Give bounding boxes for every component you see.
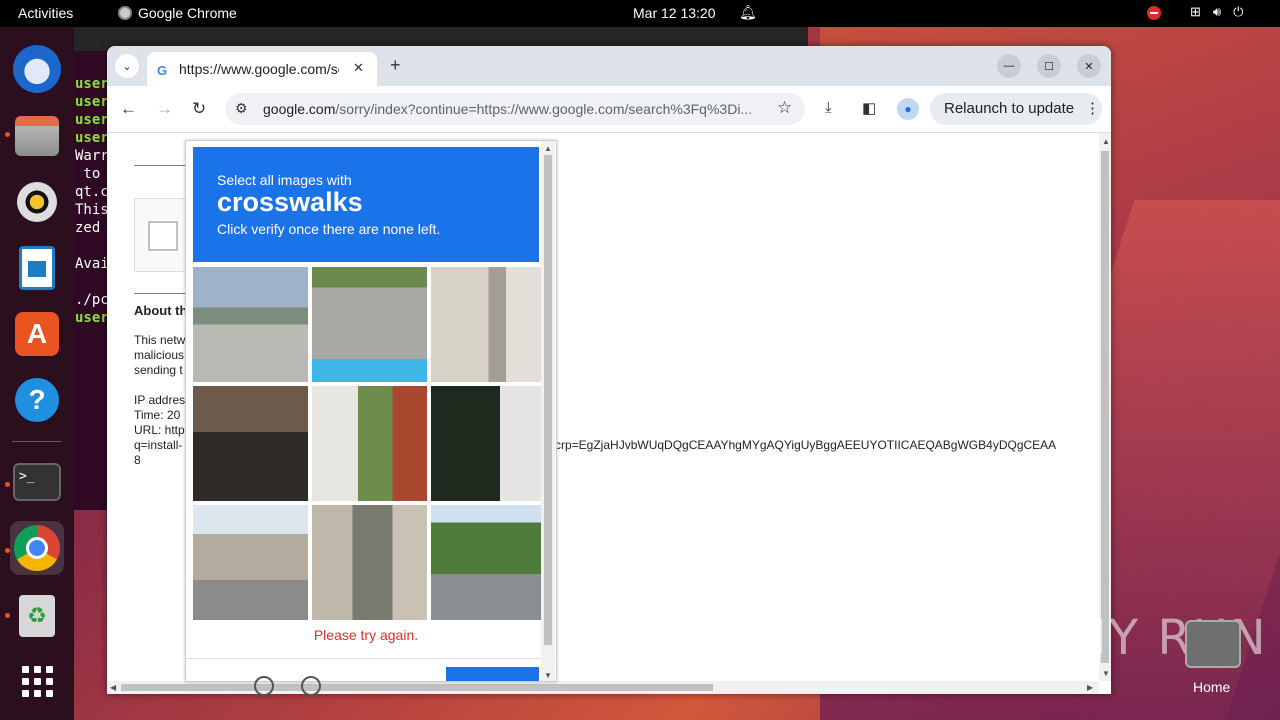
app-menu[interactable]: Google Chrome — [118, 5, 237, 21]
scroll-up-arrow[interactable]: ▲ — [544, 144, 552, 153]
scroll-thumb[interactable] — [544, 155, 552, 645]
about-heading: About th — [134, 303, 188, 318]
captcha-tile[interactable] — [431, 386, 546, 501]
dock-show-apps[interactable] — [10, 654, 64, 708]
trash-icon: ♻ — [19, 595, 55, 637]
dock-separator — [12, 441, 62, 442]
crp-token: crp=EgZjaHJvbWUqDQgCEAAYhgMYgAQYigUyBggA… — [555, 438, 1057, 452]
captcha-tile[interactable] — [193, 505, 308, 620]
omnibox[interactable]: ⚙ google.com/sorry/index?continue=https:… — [225, 93, 805, 125]
scroll-up-arrow[interactable]: ▲ — [1102, 137, 1110, 146]
back-button[interactable]: ← — [120, 99, 137, 119]
tab-title: https://www.google.com/sorry — [179, 61, 339, 77]
chrome-icon — [118, 6, 132, 20]
maximize-button[interactable]: ☐ — [1037, 54, 1061, 78]
captcha-header: Select all images with crosswalks Click … — [193, 147, 539, 262]
site-info-icon[interactable]: ⚙ — [235, 100, 248, 117]
url-text[interactable]: google.com/sorry/index?continue=https://… — [263, 101, 773, 117]
home-folder-icon[interactable] — [1185, 620, 1241, 668]
profile-avatar-icon[interactable]: ● — [897, 98, 919, 120]
captcha-tile[interactable] — [193, 386, 308, 501]
network-icon: ⊞ — [1190, 4, 1201, 19]
captcha-tile[interactable] — [431, 267, 546, 382]
dock-trash[interactable]: ♻ — [10, 589, 64, 643]
scroll-left-arrow[interactable]: ◀ — [110, 683, 116, 692]
relaunch-button[interactable]: Relaunch to update ⋮ — [930, 93, 1102, 125]
captcha-subinstruction: Click verify once there are none left. — [217, 221, 441, 237]
dock-files[interactable] — [10, 109, 64, 163]
dock-terminal[interactable]: >_ — [10, 455, 64, 509]
vertical-scrollbar[interactable]: ▲ ▼ — [1099, 133, 1111, 681]
dock-writer[interactable] — [10, 241, 64, 295]
dock-help[interactable]: ? — [10, 373, 64, 427]
dock: A ? >_ ♻ — [0, 27, 74, 720]
captcha-footer-divider — [186, 658, 556, 659]
tab-search-button[interactable]: ⌄ — [115, 54, 139, 78]
dock-chrome[interactable] — [10, 521, 64, 575]
reload-button[interactable]: ↻ — [192, 99, 206, 119]
help-icon: ? — [15, 378, 59, 422]
captcha-tile[interactable] — [312, 267, 427, 382]
side-panel-icon[interactable]: ◧ — [862, 99, 876, 117]
app-name: Google Chrome — [138, 5, 237, 21]
chrome-icon — [14, 525, 60, 571]
captcha-tile[interactable] — [312, 386, 427, 501]
do-not-disturb-icon[interactable] — [1147, 6, 1161, 20]
verify-button[interactable] — [446, 667, 539, 681]
tab-close-icon[interactable]: ✕ — [353, 60, 364, 76]
forward-button[interactable]: → — [156, 99, 173, 119]
scroll-down-arrow[interactable]: ▼ — [544, 671, 552, 680]
about-paragraph: This netw malicious sending t — [134, 333, 186, 377]
audio-challenge-icon[interactable] — [254, 676, 274, 696]
scroll-right-arrow[interactable]: ▶ — [1087, 683, 1093, 692]
captcha-challenge: Select all images with crosswalks Click … — [185, 140, 557, 696]
rhythmbox-icon — [17, 182, 57, 222]
info-icon[interactable] — [301, 676, 321, 696]
request-details: IP addres Time: 20 URL: http q=install- 8 — [134, 393, 186, 467]
system-menu[interactable]: ⊞ 🔊︎ ⏻ — [1190, 4, 1243, 20]
tab-strip: ⌄ G https://www.google.com/sorry ✕ + — ☐… — [107, 46, 1111, 86]
home-folder-label[interactable]: Home — [1193, 679, 1230, 695]
writer-icon — [19, 246, 55, 290]
captcha-tile[interactable] — [193, 267, 308, 382]
captcha-tile[interactable] — [431, 505, 546, 620]
volume-icon: 🔊︎ — [1212, 4, 1222, 19]
notification-bell-icon[interactable]: 🔔︎ — [739, 4, 757, 21]
clock[interactable]: Mar 12 13:20 — [633, 5, 716, 21]
power-icon: ⏻ — [1233, 4, 1244, 19]
browser-toolbar: ← → ↻ ⚙ google.com/sorry/index?continue=… — [107, 86, 1111, 133]
show-apps-icon — [22, 666, 53, 697]
dock-rhythmbox[interactable] — [10, 175, 64, 229]
scroll-down-arrow[interactable]: ▼ — [1102, 669, 1110, 678]
download-icon[interactable]: ⤓ — [825, 99, 832, 116]
captcha-instruction: Select all images with — [217, 172, 352, 188]
app-center-icon: A — [15, 312, 59, 356]
new-tab-button[interactable]: + — [390, 55, 401, 76]
dock-thunderbird[interactable] — [10, 42, 64, 96]
minimize-button[interactable]: — — [997, 54, 1021, 78]
scroll-thumb[interactable] — [1101, 151, 1109, 663]
recaptcha-checkbox[interactable] — [148, 221, 178, 251]
bookmark-star-icon[interactable]: ☆ — [777, 98, 792, 118]
google-favicon-icon: G — [157, 63, 168, 78]
thunderbird-icon — [13, 45, 61, 93]
terminal-icon: >_ — [13, 463, 61, 501]
top-bar: Activities Google Chrome Mar 12 13:20 🔔︎… — [0, 0, 1280, 27]
dock-app-center[interactable]: A — [10, 307, 64, 361]
activities-button[interactable]: Activities — [18, 5, 73, 21]
files-icon — [15, 116, 59, 156]
scroll-thumb[interactable] — [121, 684, 713, 691]
terminal-output: user user user user Warr to qt.c This ze… — [75, 76, 109, 326]
tab-google-sorry[interactable]: G https://www.google.com/sorry ✕ — [147, 52, 377, 86]
captcha-tile[interactable] — [312, 505, 427, 620]
captcha-error: Please try again. — [313, 627, 419, 643]
menu-dots-icon[interactable]: ⋮ — [1085, 99, 1100, 117]
captcha-keyword: crosswalks — [217, 187, 363, 217]
captcha-scrollbar[interactable]: ▲ ▼ — [541, 141, 555, 681]
close-window-button[interactable]: ✕ — [1077, 54, 1101, 78]
